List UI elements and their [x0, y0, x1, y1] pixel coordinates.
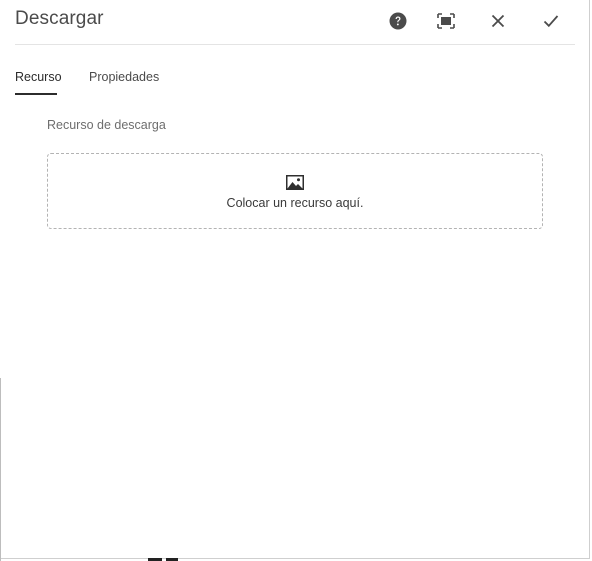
tab-recurso[interactable]: Recurso — [15, 70, 62, 84]
done-button[interactable] — [539, 9, 563, 33]
image-icon — [286, 175, 304, 190]
close-icon — [491, 14, 505, 28]
tab-label: Propiedades — [89, 70, 160, 84]
asset-dropzone[interactable]: Colocar un recurso aquí. — [47, 153, 543, 229]
download-dialog: Descargar Recurso Propiedades Recurso de… — [0, 0, 590, 559]
cancel-button[interactable] — [486, 9, 510, 33]
asset-field-label: Recurso de descarga — [47, 118, 166, 132]
fullscreen-icon — [437, 13, 455, 29]
help-circle-icon — [389, 12, 407, 30]
tab-label: Recurso — [15, 70, 62, 84]
window-edge-divider — [0, 378, 1, 561]
active-tab-indicator — [15, 93, 57, 95]
dropzone-placeholder: Colocar un recurso aquí. — [226, 196, 364, 210]
fullscreen-button[interactable] — [434, 9, 458, 33]
checkmark-icon — [543, 15, 559, 28]
tab-propiedades[interactable]: Propiedades — [89, 70, 159, 84]
help-button[interactable] — [386, 9, 410, 33]
dialog-title: Descargar — [15, 8, 104, 29]
dialog-header: Descargar — [15, 0, 575, 45]
